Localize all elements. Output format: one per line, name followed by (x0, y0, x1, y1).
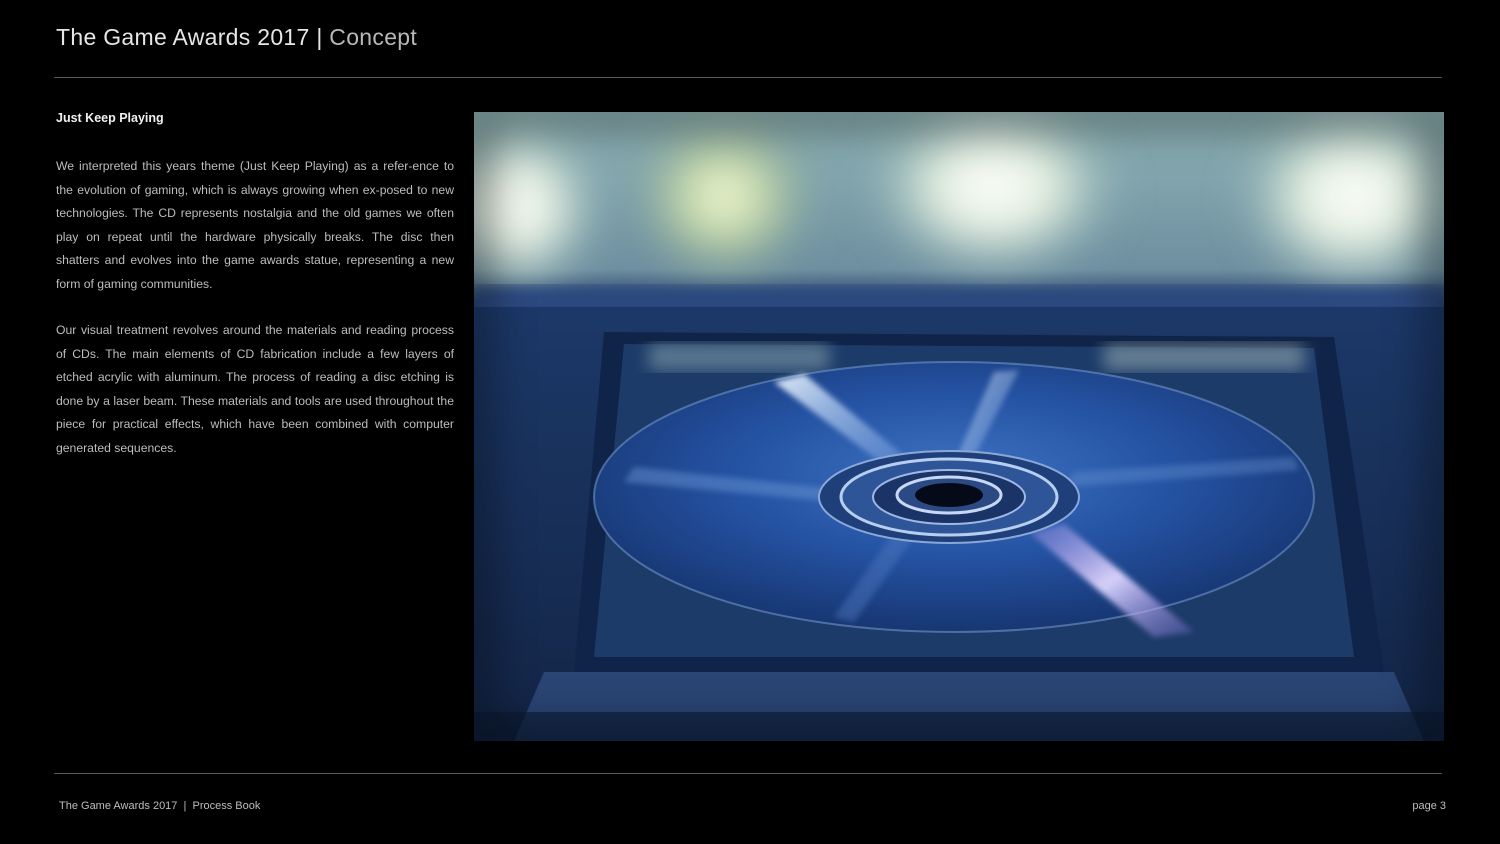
paragraph-visual-treatment: Our visual treatment revolves around the… (56, 323, 454, 455)
concept-text-column: Just Keep Playing We interpreted this ye… (56, 108, 454, 483)
paragraph-theme: We interpreted this years theme (Just Ke… (56, 159, 454, 291)
page-title-subtitle: Concept (329, 24, 418, 50)
footer-title: The Game Awards 2017 | Process Book (59, 800, 261, 812)
page-title: The Game Awards 2017 | Concept (56, 24, 417, 51)
header-divider (54, 77, 1442, 78)
page-title-main: The Game Awards 2017 (56, 24, 310, 50)
section-heading: Just Keep Playing (56, 111, 164, 125)
cd-photo-illustration (474, 112, 1444, 741)
cd-tray-photo (474, 112, 1444, 741)
page-number: page 3 (1412, 800, 1446, 812)
footer-divider (54, 773, 1442, 774)
page-title-separator: | (316, 24, 323, 50)
